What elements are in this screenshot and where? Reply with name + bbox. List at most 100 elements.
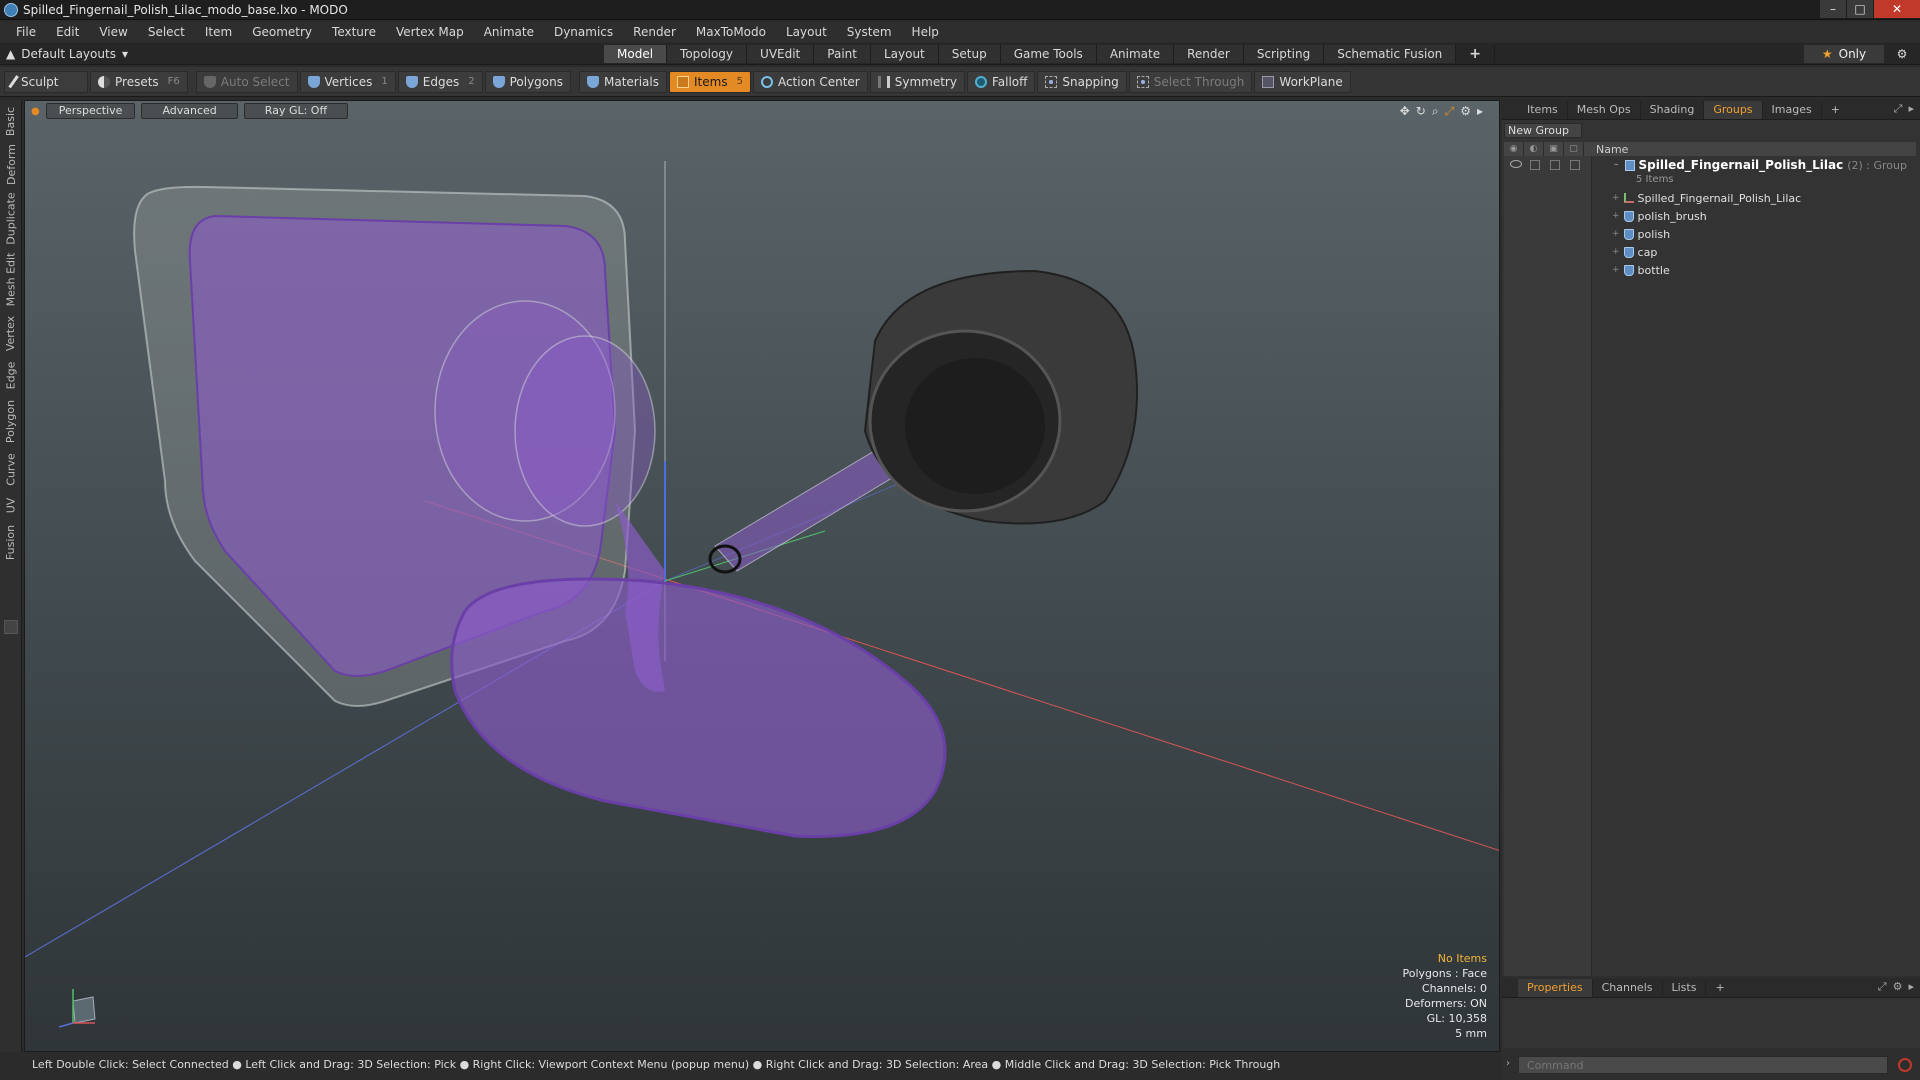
tab-images[interactable]: Images <box>1763 100 1822 119</box>
menu-vertex-map[interactable]: Vertex Map <box>386 25 474 39</box>
lock-column-icon[interactable]: ▣ <box>1544 142 1564 156</box>
zoom-view-icon[interactable]: ⌕ <box>1432 104 1439 119</box>
tab-render[interactable]: Render <box>1174 45 1244 63</box>
group-lock-toggle[interactable] <box>1550 160 1560 170</box>
item-expander-icon[interactable]: + <box>1612 193 1620 203</box>
menu-layout[interactable]: Layout <box>776 25 837 39</box>
viewport-expand-icon[interactable]: ▸ <box>1477 104 1483 119</box>
list-item[interactable]: + polish_brush <box>1612 207 1707 225</box>
tab-model[interactable]: Model <box>604 45 668 63</box>
list-item[interactable]: + polish <box>1612 225 1670 243</box>
edges-button[interactable]: Edges 2 <box>397 70 483 93</box>
visibility-column-icon[interactable]: ◉ <box>1504 142 1524 156</box>
sculpt-button[interactable]: Sculpt <box>4 70 88 93</box>
properties-menu-icon[interactable]: ▸ <box>1908 980 1914 994</box>
close-button[interactable]: ✕ <box>1874 0 1920 18</box>
new-group-button[interactable]: New Group <box>1504 123 1582 138</box>
menu-dynamics[interactable]: Dynamics <box>544 25 623 39</box>
menu-file[interactable]: File <box>6 25 46 39</box>
render-column-icon[interactable]: ◐ <box>1524 142 1544 156</box>
menu-texture[interactable]: Texture <box>322 25 386 39</box>
properties-settings-icon[interactable]: ⚙ <box>1893 980 1903 994</box>
auto-select-button[interactable]: Auto Select <box>195 70 298 93</box>
add-layout-tab-button[interactable]: + <box>1456 45 1496 63</box>
list-item[interactable]: + cap <box>1612 243 1657 261</box>
fit-view-icon[interactable]: ⤢ <box>1445 104 1455 119</box>
command-stop-icon[interactable] <box>1898 1058 1912 1072</box>
tab-mesh-ops[interactable]: Mesh Ops <box>1568 100 1641 119</box>
menu-render[interactable]: Render <box>623 25 686 39</box>
shading-mode-button[interactable]: Advanced <box>141 103 238 119</box>
add-properties-tab-button[interactable]: + <box>1706 979 1733 997</box>
menu-help[interactable]: Help <box>902 25 949 39</box>
collapse-icon[interactable]: – <box>1614 160 1619 170</box>
vtab-curve[interactable]: Curve <box>2 450 20 488</box>
vtab-polygon[interactable]: Polygon <box>2 396 20 446</box>
action-center-button[interactable]: Action Center <box>752 70 868 93</box>
vtab-edge[interactable]: Edge <box>2 358 20 392</box>
tab-topology[interactable]: Topology <box>667 45 748 63</box>
layout-selector[interactable]: ▲ Default Layouts ▾ <box>6 45 128 63</box>
tab-properties[interactable]: Properties <box>1518 978 1593 997</box>
polygons-button[interactable]: Polygons <box>484 70 571 93</box>
tab-setup[interactable]: Setup <box>938 45 1001 63</box>
name-column-header[interactable]: Name <box>1584 143 1628 156</box>
command-input[interactable] <box>1518 1056 1888 1074</box>
group-row[interactable]: – Spilled_Fingernail_Polish_Lilac (2) : … <box>1614 158 1907 172</box>
3d-viewport[interactable]: ● Perspective Advanced Ray GL: Off ✥ ↻ ⌕… <box>24 100 1500 1052</box>
list-item[interactable]: + bottle <box>1612 261 1670 279</box>
snapping-button[interactable]: Snapping <box>1037 70 1127 93</box>
symmetry-button[interactable]: Symmetry <box>869 70 965 93</box>
menu-edit[interactable]: Edit <box>46 25 89 39</box>
falloff-button[interactable]: Falloff <box>966 70 1036 93</box>
minimize-button[interactable]: – <box>1820 0 1846 18</box>
menu-select[interactable]: Select <box>138 25 195 39</box>
vtab-fusion[interactable]: Fusion <box>2 522 20 562</box>
vtab-duplicate[interactable]: Duplicate <box>2 190 20 246</box>
viewport-menu-dot[interactable]: ● <box>31 106 40 117</box>
rotate-view-icon[interactable]: ↻ <box>1416 104 1426 119</box>
maximize-button[interactable]: □ <box>1847 0 1873 18</box>
group-select-toggle[interactable] <box>1570 160 1580 170</box>
add-tab-button[interactable]: + <box>1822 101 1849 119</box>
command-history-icon[interactable]: › <box>1506 1058 1510 1069</box>
workplane-button[interactable]: WorkPlane <box>1254 70 1351 93</box>
tab-layout[interactable]: Layout <box>870 45 939 63</box>
vtab-vertex[interactable]: Vertex <box>2 312 20 354</box>
presets-button[interactable]: Presets F6 <box>90 70 188 93</box>
materials-button[interactable]: Materials <box>578 70 667 93</box>
viewport-settings-icon[interactable]: ⚙ <box>1460 104 1471 119</box>
raygl-button[interactable]: Ray GL: Off <box>243 103 349 119</box>
group-render-toggle[interactable] <box>1530 160 1540 170</box>
expand-properties-icon[interactable]: ⤢ <box>1878 980 1887 994</box>
menu-item[interactable]: Item <box>195 25 242 39</box>
item-expander-icon[interactable]: + <box>1612 211 1620 221</box>
menu-geometry[interactable]: Geometry <box>242 25 322 39</box>
gear-icon[interactable]: ⚙ <box>1892 45 1912 63</box>
move-view-icon[interactable]: ✥ <box>1400 104 1410 119</box>
tab-shading[interactable]: Shading <box>1641 100 1705 119</box>
menu-maxtomodo[interactable]: MaxToModo <box>686 25 776 39</box>
item-expander-icon[interactable]: + <box>1612 265 1620 275</box>
vtab-basic[interactable]: Basic <box>2 104 20 138</box>
menu-view[interactable]: View <box>89 25 137 39</box>
tab-scripting[interactable]: Scripting <box>1243 45 1325 63</box>
only-toggle[interactable]: ★ Only <box>1804 45 1884 63</box>
select-through-button[interactable]: Select Through <box>1128 70 1253 93</box>
item-expander-icon[interactable]: + <box>1612 247 1620 257</box>
list-item[interactable]: + Spilled_Fingernail_Polish_Lilac <box>1612 189 1801 207</box>
item-expander-icon[interactable]: + <box>1612 229 1620 239</box>
group-visibility-eye-icon[interactable] <box>1510 160 1522 168</box>
panel-menu-icon[interactable]: ▸ <box>1908 102 1914 116</box>
select-column-icon[interactable]: ▢ <box>1564 142 1584 156</box>
items-button[interactable]: Items 5 <box>669 70 751 93</box>
tab-paint[interactable]: Paint <box>814 45 871 63</box>
tab-items[interactable]: Items <box>1518 100 1568 119</box>
tab-animate[interactable]: Animate <box>1096 45 1175 63</box>
view-mode-button[interactable]: Perspective <box>45 103 136 119</box>
vtab-uv[interactable]: UV <box>2 492 20 518</box>
expand-panel-icon[interactable]: ⤢ <box>1894 102 1903 116</box>
tab-game-tools[interactable]: Game Tools <box>1000 45 1097 63</box>
tab-schematic-fusion[interactable]: Schematic Fusion <box>1324 45 1457 63</box>
tab-lists[interactable]: Lists <box>1663 978 1707 997</box>
